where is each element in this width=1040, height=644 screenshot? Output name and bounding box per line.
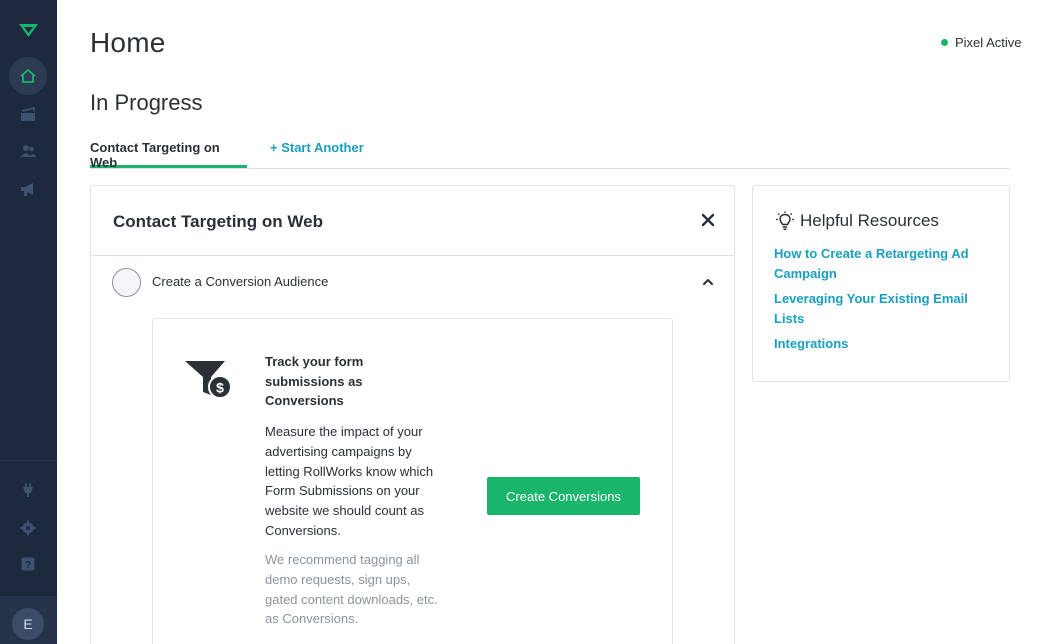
campaign-icon [21, 106, 35, 121]
card-title: Contact Targeting on Web [113, 212, 323, 231]
resources-title: Helpful Resources [800, 211, 939, 230]
sidebar-item-home[interactable] [9, 57, 47, 95]
start-another-link[interactable]: + Start Another [270, 140, 364, 168]
section-title: In Progress [90, 90, 203, 115]
panel-heading: Track your form submissions as Conversio… [265, 354, 364, 408]
resource-link-retargeting[interactable]: How to Create a Retargeting Ad Campaign [774, 244, 989, 284]
step-status-circle [112, 268, 141, 297]
audience-icon [20, 145, 36, 157]
resource-link-integrations[interactable]: Integrations [774, 334, 989, 354]
status-dot [941, 39, 948, 46]
sidebar-item-advertising[interactable] [9, 170, 47, 208]
step-row[interactable]: Create a Conversion Audience [91, 256, 734, 316]
pixel-status-label: Pixel Active [955, 35, 1022, 50]
svg-text:$: $ [216, 380, 224, 396]
sidebar-divider [0, 460, 57, 461]
sidebar-item-integrations[interactable] [9, 471, 47, 509]
pixel-status: Pixel Active [941, 35, 1021, 50]
step-label: Create a Conversion Audience [152, 274, 329, 289]
svg-text:?: ? [25, 560, 31, 571]
account-area: E [0, 596, 57, 644]
sidebar-item-help[interactable]: ? [9, 545, 47, 583]
megaphone-icon [21, 183, 33, 196]
sidebar-item-settings[interactable] [9, 509, 47, 547]
close-icon[interactable] [700, 212, 716, 228]
rollworks-logo[interactable] [19, 22, 38, 38]
resources-list: How to Create a Retargeting Ad Campaign … [774, 244, 989, 359]
settings-icon [20, 520, 36, 536]
resources-header: Helpful Resources [774, 211, 939, 231]
panel-description: Measure the impact of your advertising c… [265, 424, 434, 538]
plugin-icon [23, 483, 33, 497]
resources-card: Helpful Resources How to Create a Retarg… [752, 185, 1010, 382]
page-title: Home [90, 27, 166, 58]
lightbulb-icon [776, 211, 794, 231]
tab-bar: Contact Targeting on Web + Start Another [90, 140, 1010, 170]
funnel-dollar-icon: $ [185, 361, 232, 399]
sidebar-item-audiences[interactable] [9, 132, 47, 170]
sidebar-item-campaigns[interactable] [9, 95, 47, 133]
tab-contact-targeting[interactable]: Contact Targeting on Web [90, 140, 247, 170]
home-icon [20, 69, 36, 83]
sidebar: ? E [0, 0, 57, 644]
avatar[interactable]: E [12, 608, 44, 640]
panel-recommendation: We recommend tagging all demo requests, … [265, 552, 438, 627]
card-header: Contact Targeting on Web [91, 186, 734, 256]
resource-link-email-lists[interactable]: Leveraging Your Existing Email Lists [774, 289, 989, 329]
chevron-up-icon[interactable] [702, 276, 714, 288]
progress-card: Contact Targeting on Web Create a Conver… [90, 185, 735, 644]
create-conversions-button[interactable]: Create Conversions [487, 477, 640, 515]
help-icon: ? [21, 557, 35, 571]
conversion-panel: $ Track your form submissions as Convers… [152, 318, 673, 644]
